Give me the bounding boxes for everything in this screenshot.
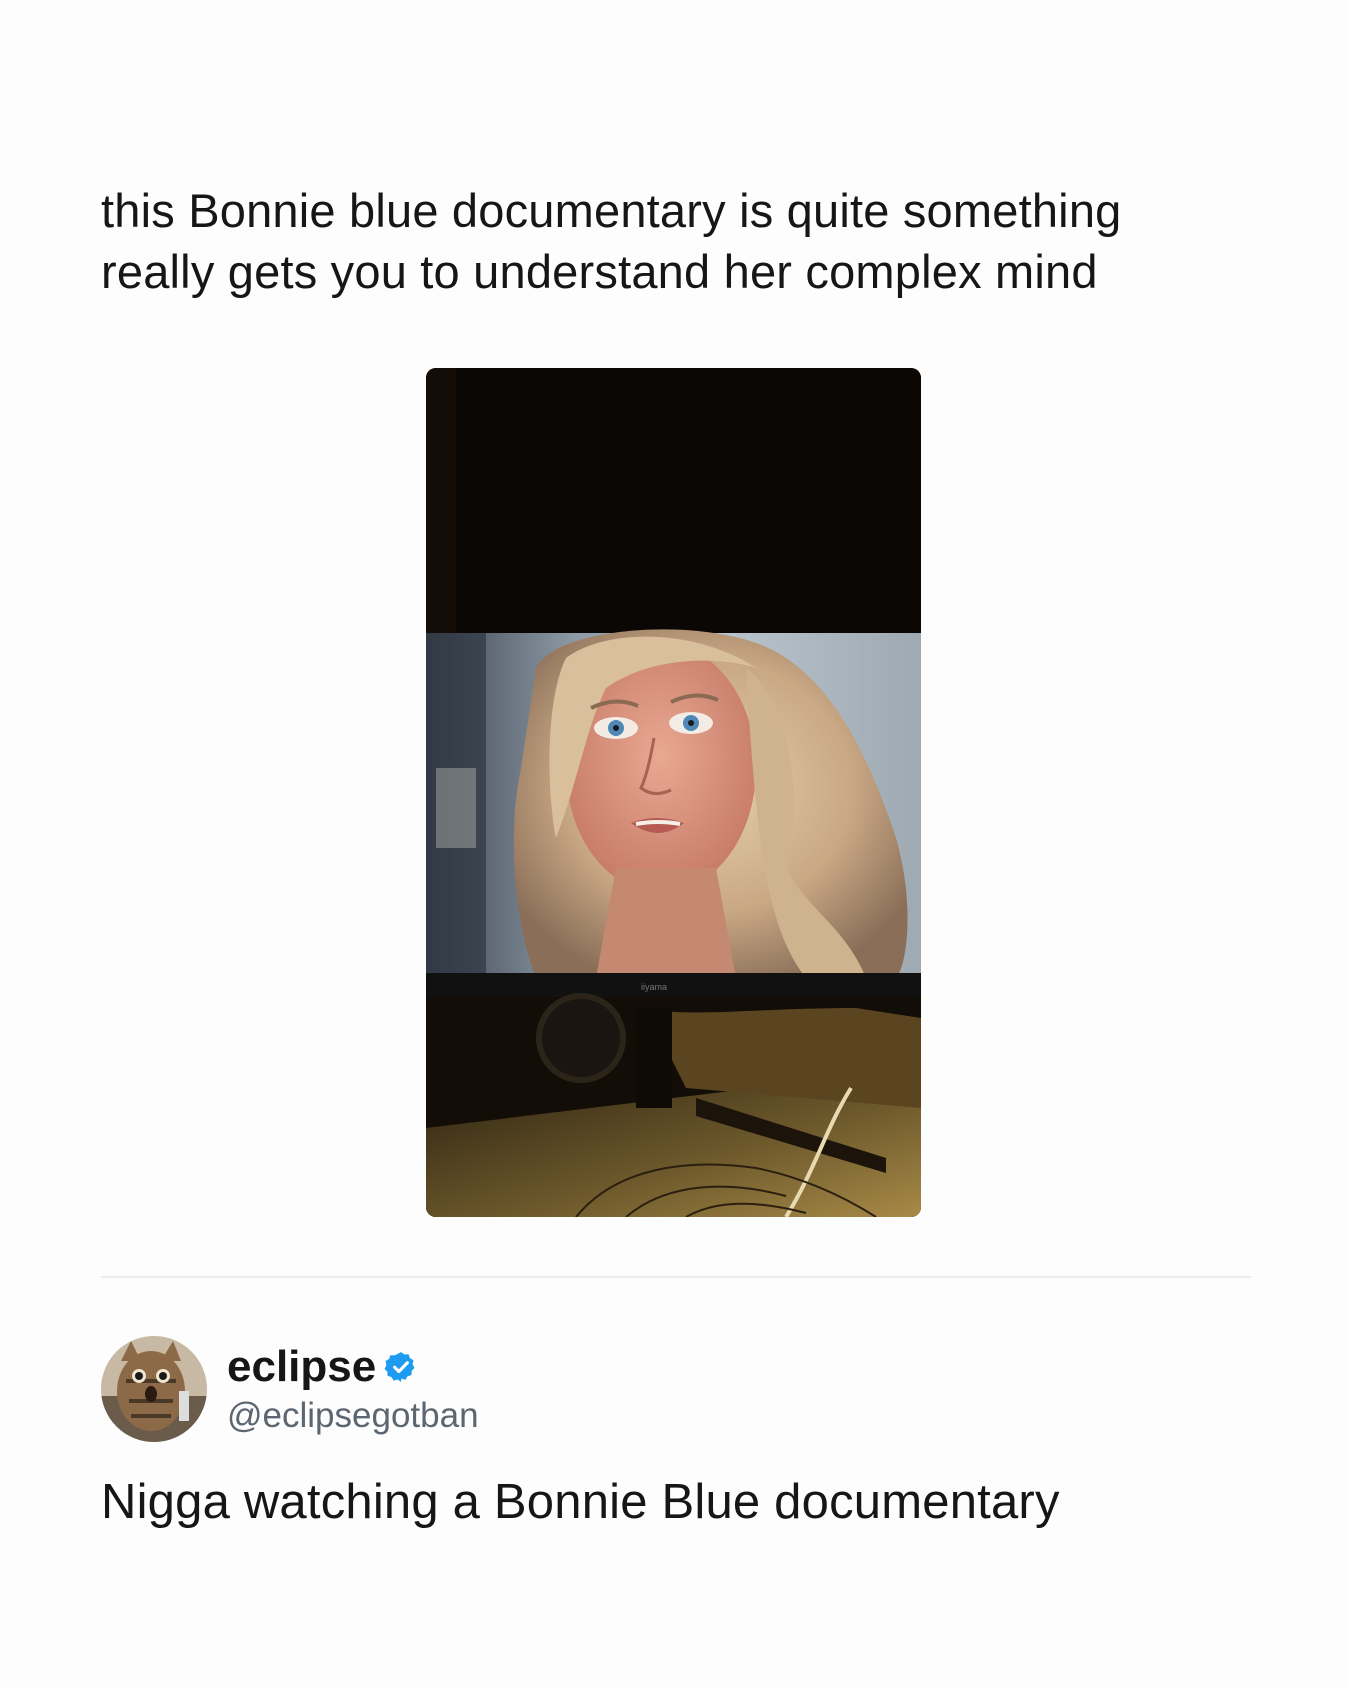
reply-text: Nigga watching a Bonnie Blue documentary xyxy=(101,1475,1060,1529)
thread-divider xyxy=(101,1276,1251,1278)
post-caption-line-1: this Bonnie blue documentary is quite so… xyxy=(101,184,1122,237)
verified-badge-icon xyxy=(384,1350,418,1384)
author-handle[interactable]: @eclipsegotban xyxy=(227,1395,479,1437)
reply-author[interactable]: eclipse @eclipsegotban xyxy=(101,1336,479,1442)
monitor-brand-label: iiyama xyxy=(641,982,667,992)
post-caption-line-2: really gets you to understand her comple… xyxy=(101,245,1098,298)
monitor-photo-illustration: iiyama xyxy=(426,368,921,1217)
author-display-name[interactable]: eclipse xyxy=(227,1341,376,1393)
avatar[interactable] xyxy=(101,1336,207,1442)
post-caption: this Bonnie blue documentary is quite so… xyxy=(101,180,1251,302)
post-media-photo[interactable]: iiyama xyxy=(426,368,921,1217)
cat-avatar-icon xyxy=(101,1336,207,1442)
